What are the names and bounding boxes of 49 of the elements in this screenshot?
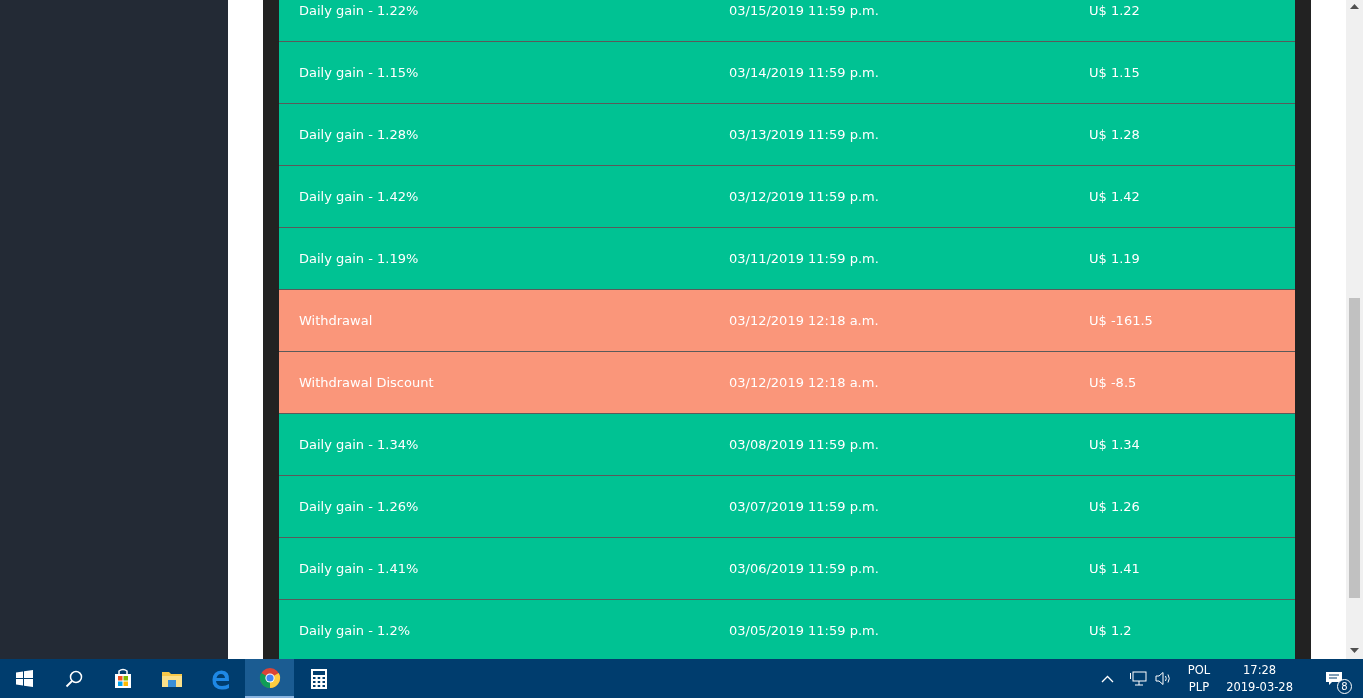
- transaction-date: 03/12/2019 12:18 a.m.: [729, 312, 879, 328]
- transaction-description: Withdrawal: [299, 312, 373, 328]
- transaction-date: 03/05/2019 11:59 p.m.: [729, 622, 879, 638]
- transaction-amount: U$ 1.26: [1089, 498, 1140, 514]
- transaction-description: Daily gain - 1.22%: [299, 2, 419, 18]
- scroll-thumb[interactable]: [1349, 298, 1360, 598]
- transaction-amount: U$ 1.34: [1089, 436, 1140, 452]
- search-icon: [64, 669, 83, 688]
- transaction-description: Daily gain - 1.15%: [299, 64, 419, 80]
- scrollbar[interactable]: [1346, 0, 1363, 659]
- transaction-description: Daily gain - 1.28%: [299, 126, 419, 142]
- notification-count: 8: [1337, 679, 1352, 694]
- transaction-date: 03/06/2019 11:59 p.m.: [729, 560, 879, 576]
- language-indicator[interactable]: POL PLP: [1187, 661, 1211, 696]
- scroll-up-icon[interactable]: [1350, 4, 1359, 9]
- transaction-description: Daily gain - 1.19%: [299, 250, 419, 266]
- transaction-description: Daily gain - 1.42%: [299, 188, 419, 204]
- transaction-date: 03/07/2019 11:59 p.m.: [729, 498, 879, 514]
- transaction-date: 03/12/2019 11:59 p.m.: [729, 188, 879, 204]
- transaction-amount: U$ -8.5: [1089, 374, 1137, 390]
- transaction-amount: U$ 1.19: [1089, 250, 1140, 266]
- transaction-date: 03/13/2019 11:59 p.m.: [729, 126, 879, 142]
- transaction-description: Daily gain - 1.34%: [299, 436, 419, 452]
- transaction-date: 03/08/2019 11:59 p.m.: [729, 436, 879, 452]
- transaction-amount: U$ 1.2: [1089, 622, 1132, 638]
- transaction-date: 03/14/2019 11:59 p.m.: [729, 64, 879, 80]
- transaction-amount: U$ 1.41: [1089, 560, 1140, 576]
- transaction-amount: U$ 1.42: [1089, 188, 1140, 204]
- transaction-date: 03/11/2019 11:59 p.m.: [729, 250, 879, 266]
- transaction-date: 03/12/2019 12:18 a.m.: [729, 374, 879, 390]
- network-icon[interactable]: [1129, 671, 1147, 686]
- transaction-date: 03/15/2019 11:59 p.m.: [729, 2, 879, 18]
- message-icon: [1324, 670, 1343, 687]
- transaction-amount: U$ 1.22: [1089, 2, 1140, 18]
- transaction-description: Daily gain - 1.2%: [299, 622, 411, 638]
- clock[interactable]: 17:28 2019-03-28: [1226, 661, 1293, 696]
- scroll-down-icon[interactable]: [1350, 648, 1359, 653]
- chevron-up-icon[interactable]: [1100, 674, 1114, 683]
- transaction-description: Daily gain - 1.41%: [299, 560, 419, 576]
- chrome-icon: [258, 666, 281, 689]
- transaction-amount: U$ 1.15: [1089, 64, 1140, 80]
- transaction-amount: U$ -161.5: [1089, 312, 1153, 328]
- transaction-description: Withdrawal Discount: [299, 374, 434, 390]
- transaction-description: Daily gain - 1.26%: [299, 498, 419, 514]
- transaction-amount: U$ 1.28: [1089, 126, 1140, 142]
- notifications-button[interactable]: 8: [1309, 659, 1358, 698]
- speaker-icon[interactable]: [1154, 671, 1172, 686]
- taskbar-app[interactable]: [245, 659, 294, 698]
- windows-icon: [16, 670, 33, 687]
